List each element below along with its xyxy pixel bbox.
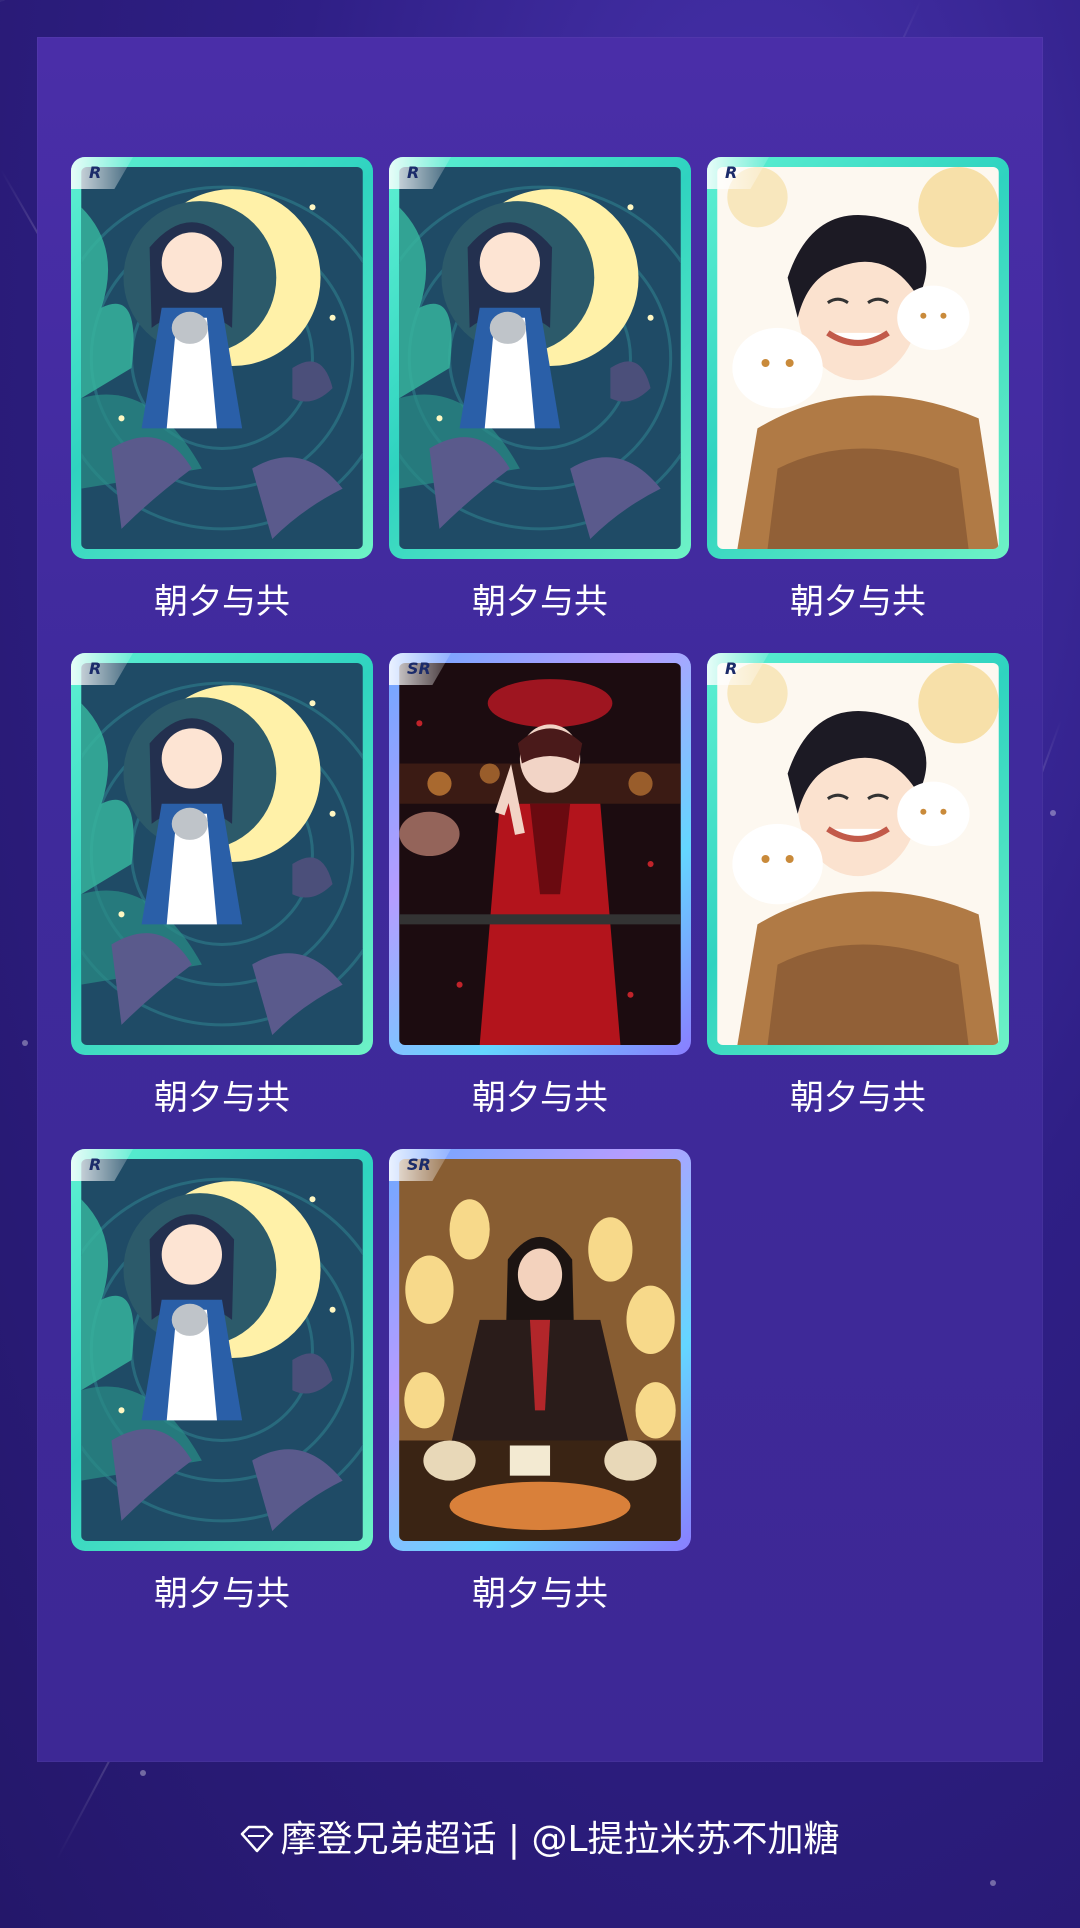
sparkle (140, 1770, 146, 1776)
lantern-scholar-art (399, 1159, 681, 1541)
sparkle (990, 1880, 996, 1886)
red-suit-art (399, 663, 681, 1045)
sparkle (1050, 810, 1056, 816)
card-title: 朝夕与共 (472, 582, 608, 622)
moon-chibi-art (399, 167, 681, 549)
card-title: 朝夕与共 (472, 1574, 608, 1614)
footer-text: 摩登兄弟超话 | @L提拉米苏不加糖 (280, 1819, 840, 1860)
card-5[interactable]: SR (389, 653, 691, 1055)
sparkle (22, 1040, 28, 1046)
card-1[interactable]: R (71, 157, 373, 559)
card-2[interactable]: R (389, 157, 691, 559)
moon-chibi-art (81, 663, 363, 1045)
card-title: 朝夕与共 (154, 582, 290, 622)
card-title: 朝夕与共 (790, 1078, 926, 1118)
card-title: 朝夕与共 (790, 582, 926, 622)
smiling-cats-art (717, 167, 999, 549)
diamond-icon (240, 1821, 274, 1862)
moon-chibi-art (81, 1159, 363, 1541)
footer-credit: 摩登兄弟超话 | @L提拉米苏不加糖 (0, 1810, 1080, 1862)
card-4[interactable]: R (71, 653, 373, 1055)
card-title: 朝夕与共 (154, 1574, 290, 1614)
moon-chibi-art (81, 167, 363, 549)
card-3[interactable]: R (707, 157, 1009, 559)
smiling-cats-art (717, 663, 999, 1045)
card-7[interactable]: R (71, 1149, 373, 1551)
card-6[interactable]: R (707, 653, 1009, 1055)
card-8[interactable]: SR (389, 1149, 691, 1551)
card-title: 朝夕与共 (472, 1078, 608, 1118)
card-title: 朝夕与共 (154, 1078, 290, 1118)
